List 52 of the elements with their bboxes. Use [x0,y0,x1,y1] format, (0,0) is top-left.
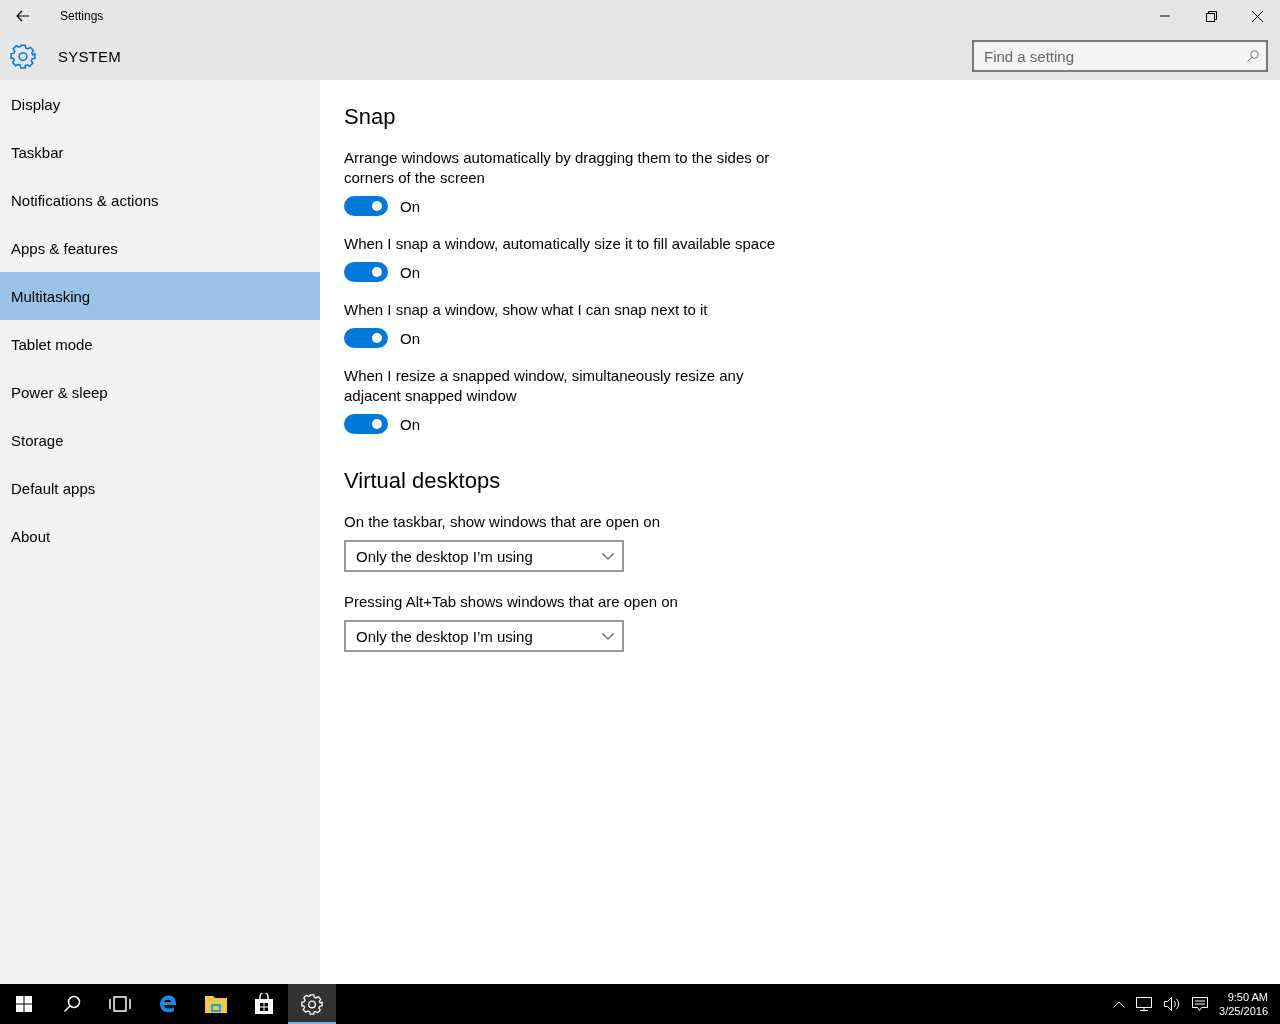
section-heading: Snap [344,104,397,130]
dropdown[interactable]: Only the desktop I’m using [344,620,624,652]
toggle-switch[interactable] [344,196,388,216]
gear-icon [10,43,36,69]
sidebar-item[interactable]: Power & sleep [0,368,320,416]
setting-label: Arrange windows automatically by dragging them to the sides or corners of the screen [344,148,771,188]
browser-e-icon [158,994,178,1014]
toggle-state-label: On [400,329,420,347]
network-icon[interactable] [1135,996,1154,1012]
sidebar-item[interactable]: Tablet mode [0,320,320,368]
toggle-state-label: On [400,415,420,433]
toggle-state-label: On [400,263,420,281]
sidebar-item[interactable]: Multitasking [0,272,320,320]
restore-icon [1205,10,1217,22]
sidebar-item[interactable]: Taskbar [0,128,320,176]
clock[interactable]: 9:50 AM 3/25/2016 [1219,990,1268,1018]
setting-label: Pressing Alt+Tab shows windows that are open on [344,592,679,612]
toggle-switch[interactable] [344,262,388,282]
toggle-switch[interactable] [344,414,388,434]
minimize-icon [1160,15,1170,17]
chevron-down-icon [602,632,614,640]
search-icon [63,995,81,1013]
back-arrow-icon [16,10,30,22]
chevron-down-icon [602,552,614,560]
message-icon[interactable] [1191,996,1210,1012]
sidebar-item[interactable]: Notifications & actions [0,176,320,224]
sidebar-item[interactable]: Storage [0,416,320,464]
gear-icon [301,993,323,1015]
shopping-bag-icon [254,993,274,1015]
window-title: Settings [60,9,105,23]
search-field[interactable]: Find a setting [972,40,1268,72]
taskbar-button[interactable] [288,984,336,1024]
sidebar-item[interactable]: Default apps [0,464,320,512]
toggle-state-label: On [400,197,420,215]
folder-icon [204,994,228,1014]
sidebar-item[interactable]: Apps & features [0,224,320,272]
setting-label: When I resize a snapped window, simultaneously resize any adjacent snapped window [344,366,745,406]
sidebar-item[interactable]: About [0,512,320,560]
sidebar-item[interactable]: Display [0,80,320,128]
toggle-switch[interactable] [344,328,388,348]
close-icon [1251,10,1263,22]
dropdown[interactable]: Only the desktop I’m using [344,540,624,572]
speaker-icon[interactable] [1163,996,1182,1012]
section-heading: Virtual desktops [344,468,502,494]
page-title: SYSTEM [58,47,122,65]
setting-label: When I snap a window, automatically size it to fill available space [344,234,777,254]
setting-label: On the taskbar, show windows that are open on [344,512,662,532]
setting-label: When I snap a window, show what I can snap next to it [344,300,709,320]
task-view-icon [109,996,131,1012]
search-icon [1247,50,1259,62]
windows-logo-icon [16,996,32,1012]
chevron-up-icon[interactable] [1113,1000,1126,1008]
